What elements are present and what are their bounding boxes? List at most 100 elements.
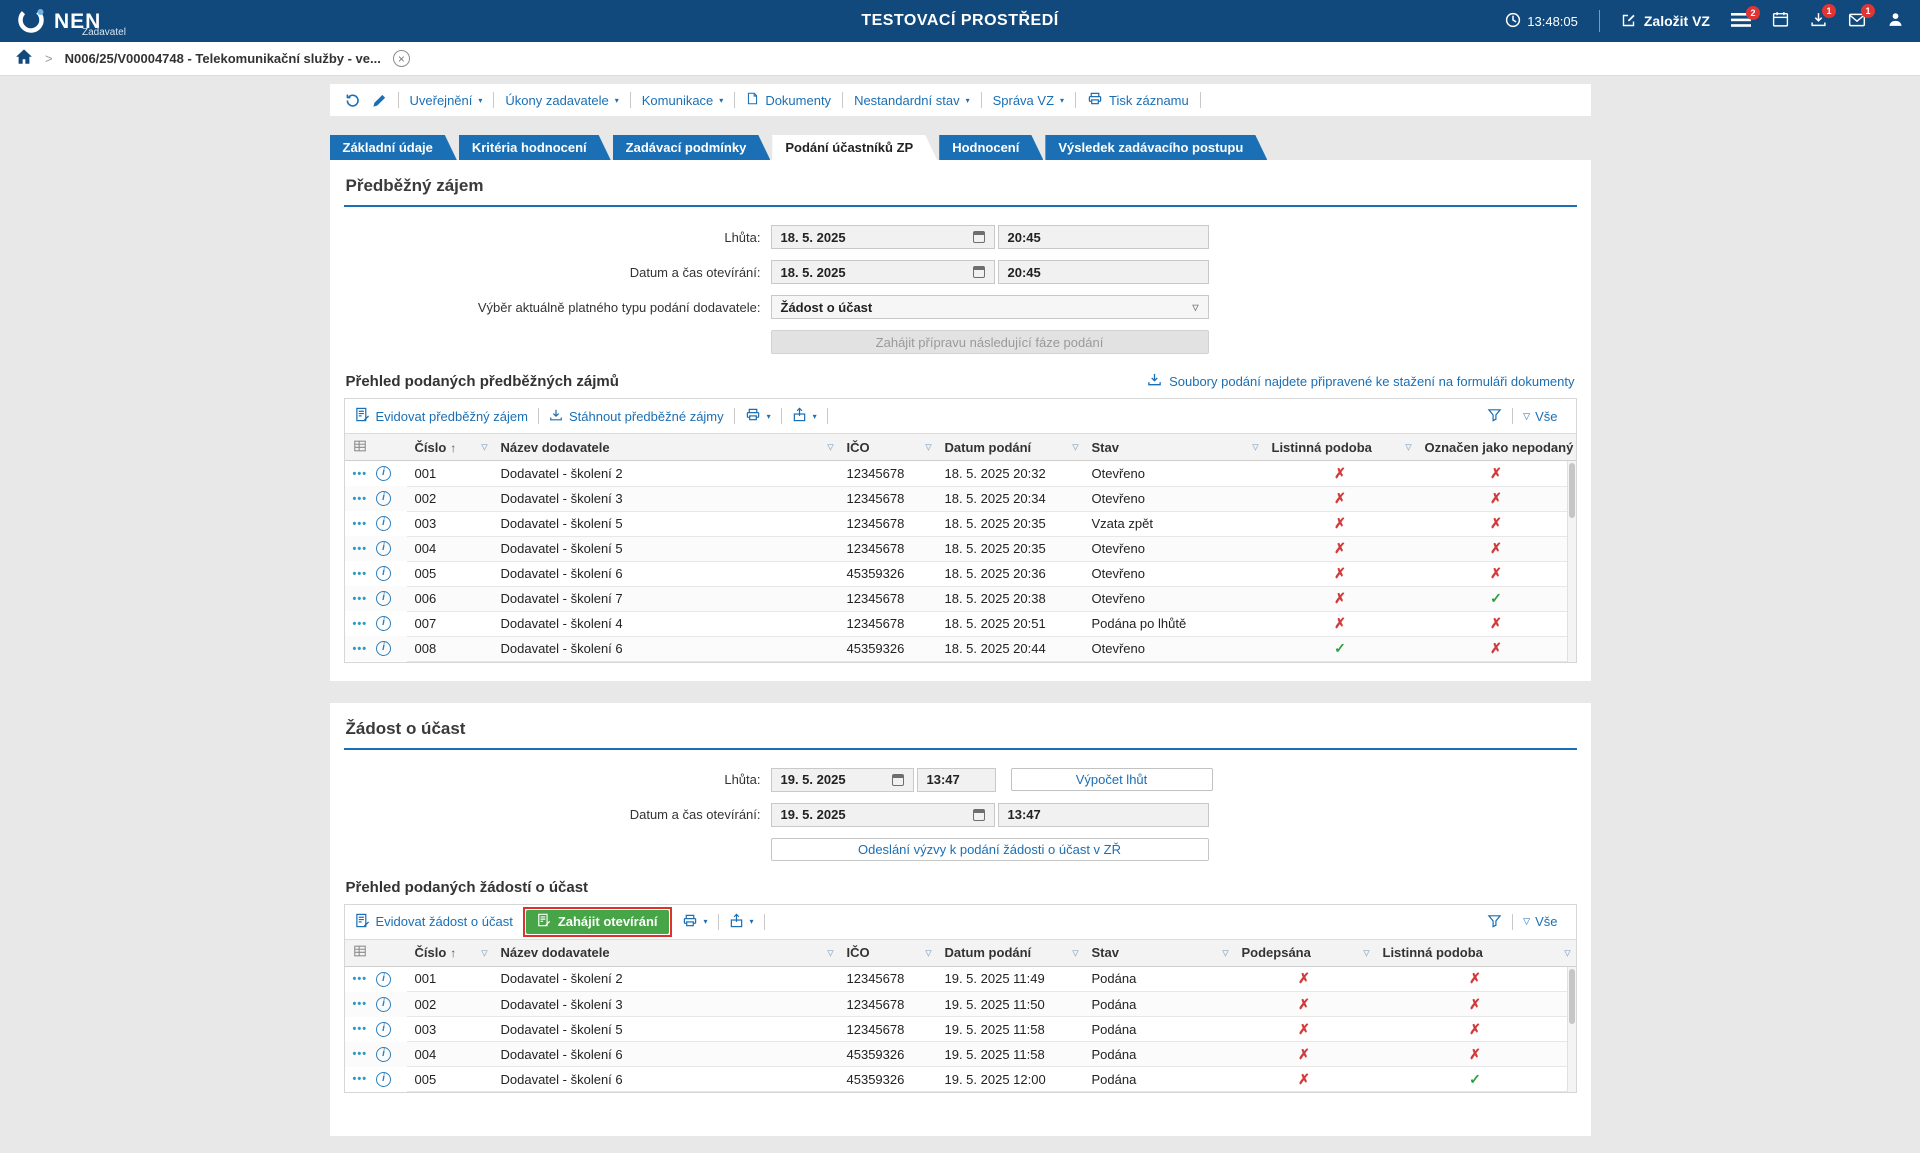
column-listinna-podoba[interactable]: Listinná podoba▽ [1375,939,1576,966]
calendar-icon[interactable] [973,266,985,278]
row-menu-icon[interactable]: ••• [353,998,368,1010]
row-menu-icon[interactable]: ••• [353,1048,368,1060]
calendar-button[interactable] [1772,11,1789,31]
next-phase-button[interactable]: Zahájit přípravu následující fáze podání [771,330,1209,354]
column-stav[interactable]: Stav▽ [1084,939,1234,966]
menu-button[interactable]: 2 [1731,13,1751,30]
row-menu-icon[interactable]: ••• [353,1073,368,1085]
table-row[interactable]: •••i001Dodavatel - školení 21234567818. … [345,461,1576,487]
typ-podani-select[interactable]: Žádost o účast ▽ [771,295,1209,319]
table-scrollbar[interactable] [1567,461,1576,662]
otevirani-date-input[interactable]: 19. 5. 2025 [771,803,995,827]
table-row[interactable]: •••i005Dodavatel - školení 64535932618. … [345,561,1576,586]
filter-caret-icon[interactable]: ▽ [925,948,931,957]
downloads-button[interactable]: 1 [1810,11,1827,31]
otevirani-date-input[interactable]: 18. 5. 2025 [771,260,995,284]
filter-caret-icon[interactable]: ▽ [481,443,487,452]
menu-tisk-zaznamu[interactable]: Tisk záznamu [1087,91,1189,109]
row-menu-icon[interactable]: ••• [353,568,368,580]
row-info-icon[interactable]: i [376,491,391,506]
filter-caret-icon[interactable]: ▽ [1072,443,1078,452]
row-info-icon[interactable]: i [376,1022,391,1037]
stahnout-predbezne-zajmy-button[interactable]: Stáhnout předběžné zájmy [549,408,724,425]
row-info-icon[interactable]: i [376,616,391,631]
row-info-icon[interactable]: i [376,1047,391,1062]
lhuta-date-input[interactable]: 19. 5. 2025 [771,768,914,792]
create-vz-button[interactable]: Založit VZ [1621,12,1710,31]
table-row[interactable]: •••i003Dodavatel - školení 51234567818. … [345,511,1576,536]
column-datum-podani[interactable]: Datum podání▽ [937,434,1084,461]
filter-caret-icon[interactable]: ▽ [1072,948,1078,957]
row-info-icon[interactable]: i [376,516,391,531]
column-datum-podani[interactable]: Datum podání▽ [937,939,1084,966]
table-row[interactable]: •••i002Dodavatel - školení 31234567818. … [345,486,1576,511]
menu-dokumenty[interactable]: Dokumenty [746,91,831,109]
row-menu-icon[interactable]: ••• [353,643,368,655]
tab-zakladni-udaje[interactable]: Základní údaje [330,135,457,160]
filter-caret-icon[interactable]: ▽ [925,443,931,452]
vse-button[interactable]: ▽ Vše [1523,409,1557,424]
column-nazev-dodavatele[interactable]: Název dodavatele▽ [493,434,839,461]
scrollbar-thumb[interactable] [1569,969,1575,1024]
table-row[interactable]: •••i001Dodavatel - školení 21234567819. … [345,966,1576,992]
vypocet-lhut-button[interactable]: Výpočet lhůt [1011,768,1213,791]
filter-button[interactable] [1487,913,1502,931]
otevirani-time-input[interactable]: 20:45 [998,260,1209,284]
export-grid-button[interactable]: ▾ [729,913,754,931]
row-info-icon[interactable]: i [376,972,391,987]
row-menu-icon[interactable]: ••• [353,973,368,985]
row-info-icon[interactable]: i [376,591,391,606]
calendar-icon[interactable] [973,809,985,821]
table-row[interactable]: •••i008Dodavatel - školení 64535932618. … [345,636,1576,661]
column-podepsana[interactable]: Podepsána▽ [1234,939,1375,966]
files-download-link[interactable]: Soubory podání najdete připravené ke sta… [1147,372,1574,390]
column-nazev-dodavatele[interactable]: Název dodavatele▽ [493,939,839,966]
menu-ukony-zadavatele[interactable]: Úkony zadavatele▾ [505,93,618,108]
scrollbar-thumb[interactable] [1569,463,1575,518]
filter-caret-icon[interactable]: ▽ [1405,443,1411,452]
breadcrumb-item[interactable]: N006/25/V00004748 - Telekomunikační služ… [65,51,381,66]
column-settings-header[interactable] [345,939,407,966]
row-menu-icon[interactable]: ••• [353,518,368,530]
profile-button[interactable] [1887,11,1904,31]
row-info-icon[interactable]: i [376,466,391,481]
table-row[interactable]: •••i006Dodavatel - školení 71234567818. … [345,586,1576,611]
print-grid-button[interactable]: ▾ [682,913,708,931]
row-menu-icon[interactable]: ••• [353,543,368,555]
tab-podani-ucastniku-zp[interactable]: Podání účastníků ZP [772,135,937,160]
history-button[interactable] [344,92,361,109]
row-info-icon[interactable]: i [376,1072,391,1087]
column-oznacen-jako-nepodany[interactable]: Označen jako nepodaný [1417,434,1576,461]
row-info-icon[interactable]: i [376,997,391,1012]
table-row[interactable]: •••i002Dodavatel - školení 31234567819. … [345,992,1576,1017]
evidovat-predbezny-zajem-button[interactable]: Evidovat předběžný zájem [355,407,528,425]
filter-caret-icon[interactable]: ▽ [1252,443,1258,452]
lhuta-time-input[interactable]: 20:45 [998,225,1209,249]
row-menu-icon[interactable]: ••• [353,1023,368,1035]
export-grid-button[interactable]: ▾ [792,407,817,425]
table-row[interactable]: •••i005Dodavatel - školení 64535932619. … [345,1067,1576,1092]
table-row[interactable]: •••i004Dodavatel - školení 64535932619. … [345,1042,1576,1067]
column-ico[interactable]: IČO▽ [839,434,937,461]
tab-kriteria-hodnoceni[interactable]: Kritéria hodnocení [459,135,611,160]
tab-zadavaci-podminky[interactable]: Zadávací podmínky [613,135,771,160]
row-info-icon[interactable]: i [376,566,391,581]
row-menu-icon[interactable]: ••• [353,593,368,605]
filter-caret-icon[interactable]: ▽ [1222,948,1228,957]
otevirani-time-input[interactable]: 13:47 [998,803,1209,827]
filter-caret-icon[interactable]: ▽ [1363,948,1369,957]
vse-button[interactable]: ▽ Vše [1523,914,1557,929]
evidovat-zadost-button[interactable]: Evidovat žádost o účast [355,913,513,931]
menu-nestandardni-stav[interactable]: Nestandardní stav▾ [854,93,970,108]
column-cislo[interactable]: Číslo↑▽ [407,939,493,966]
print-grid-button[interactable]: ▾ [745,407,771,425]
menu-uverejneni[interactable]: Uveřejnění▾ [410,93,483,108]
lhuta-date-input[interactable]: 18. 5. 2025 [771,225,995,249]
close-record-icon[interactable]: × [393,50,410,67]
calendar-icon[interactable] [892,774,904,786]
column-listinna-podoba[interactable]: Listinná podoba▽ [1264,434,1417,461]
table-row[interactable]: •••i007Dodavatel - školení 41234567818. … [345,611,1576,636]
filter-caret-icon[interactable]: ▽ [827,948,833,957]
lhuta-time-input[interactable]: 13:47 [917,768,996,792]
table-row[interactable]: •••i004Dodavatel - školení 51234567818. … [345,536,1576,561]
